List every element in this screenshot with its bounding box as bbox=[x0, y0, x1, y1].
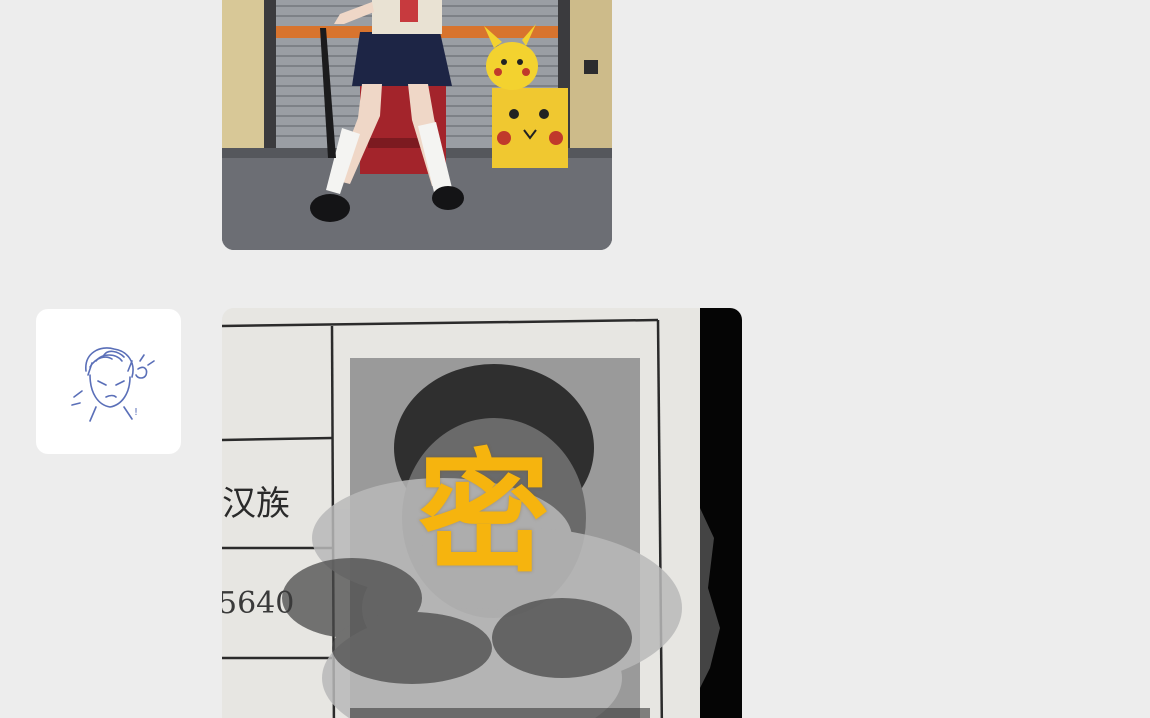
document-ethnicity-text: 汉族 bbox=[222, 484, 290, 524]
avatar-sketch-icon: ! bbox=[71, 347, 155, 422]
image-message-document[interactable]: 汉族 5640 密 bbox=[222, 308, 742, 718]
secret-stamp-overlay: 密 bbox=[418, 437, 550, 591]
chat-view: ! 汉族 5640 密 bbox=[0, 0, 1150, 718]
photo-icon bbox=[222, 0, 612, 250]
svg-text:!: ! bbox=[134, 407, 138, 418]
document-id-number-text: 5640 bbox=[222, 586, 295, 621]
image-message-photo[interactable] bbox=[222, 0, 612, 250]
sender-avatar[interactable]: ! bbox=[36, 309, 181, 454]
